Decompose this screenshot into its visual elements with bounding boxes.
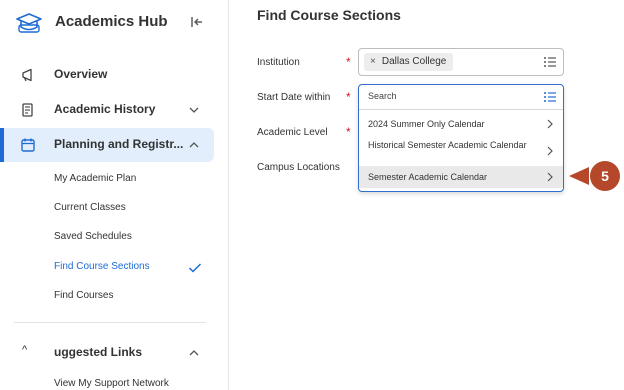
chevron-right-icon [547, 119, 553, 129]
list-icon[interactable] [543, 91, 557, 103]
check-icon [188, 263, 202, 273]
list-icon[interactable] [543, 56, 557, 68]
step-number: 5 [601, 168, 609, 184]
suggested-links-heading[interactable]: uggested Links [54, 345, 142, 359]
option-label: 2024 Summer Only Calendar [368, 119, 485, 129]
app-title: Academics Hub [55, 13, 168, 30]
chevron-right-icon [547, 172, 553, 182]
graduation-cap-icon [16, 13, 42, 33]
dropdown-search-field[interactable]: Search [359, 85, 563, 110]
academic-level-label: Academic Level [257, 127, 328, 138]
sidebar-item-label: Overview [54, 67, 108, 81]
sidebar-header: Academics Hub [0, 0, 228, 44]
start-date-dropdown: Search 2024 Summer Only Calendar Histori… [358, 84, 564, 192]
search-placeholder: Search [368, 91, 397, 101]
institution-chip[interactable]: × Dallas College [364, 53, 454, 71]
document-history-icon [22, 103, 33, 117]
chevron-right-icon [547, 146, 553, 156]
sidebar-subitem-find-course-sections[interactable]: Find Course Sections [54, 261, 150, 272]
caret-up-icon: ^ [22, 344, 28, 356]
chip-label: Dallas College [381, 56, 447, 67]
sidebar-item-label: Academic History [54, 102, 156, 116]
sidebar-subitem-current-classes[interactable]: Current Classes [54, 202, 126, 213]
dropdown-option[interactable]: Historical Semester Academic Calendar [359, 137, 563, 165]
step-callout-badge: 5 [569, 161, 620, 191]
sidebar-subitem-my-academic-plan[interactable]: My Academic Plan [54, 173, 136, 184]
calendar-icon [21, 138, 35, 152]
page-title: Find Course Sections [257, 7, 401, 23]
chevron-up-icon[interactable] [188, 347, 200, 359]
required-marker: * [346, 125, 351, 139]
sidebar-item-label: Planning and Registr... [54, 137, 184, 151]
start-date-label: Start Date within [257, 92, 331, 103]
option-label: Historical Semester Academic Calendar [368, 140, 527, 150]
megaphone-icon [22, 68, 32, 82]
campus-locations-label: Campus Locations [257, 162, 340, 173]
chevron-up-icon[interactable] [188, 139, 200, 151]
option-label: Semester Academic Calendar [368, 172, 488, 182]
chevron-down-icon[interactable] [188, 104, 200, 116]
required-marker: * [346, 55, 351, 69]
sidebar-item-overview[interactable]: Overview [4, 58, 214, 92]
sidebar-subitem-find-courses[interactable]: Find Courses [54, 290, 113, 301]
support-network-link[interactable]: View My Support Network [54, 378, 169, 389]
institution-label: Institution [257, 57, 300, 68]
sidebar-item-academic-history[interactable]: Academic History [4, 93, 214, 127]
sidebar: Academics Hub Overview Academic History [0, 0, 229, 390]
collapse-sidebar-icon[interactable] [188, 14, 204, 30]
dropdown-option[interactable]: 2024 Summer Only Calendar [359, 113, 563, 135]
dropdown-option-highlighted[interactable]: Semester Academic Calendar [359, 166, 563, 188]
sidebar-item-planning-registration[interactable]: Planning and Registr... [0, 128, 214, 162]
remove-chip-icon[interactable]: × [370, 56, 376, 67]
required-marker: * [346, 90, 351, 104]
institution-field[interactable]: × Dallas College [358, 48, 564, 76]
sidebar-divider [14, 322, 206, 323]
sidebar-subitem-saved-schedules[interactable]: Saved Schedules [54, 231, 132, 242]
